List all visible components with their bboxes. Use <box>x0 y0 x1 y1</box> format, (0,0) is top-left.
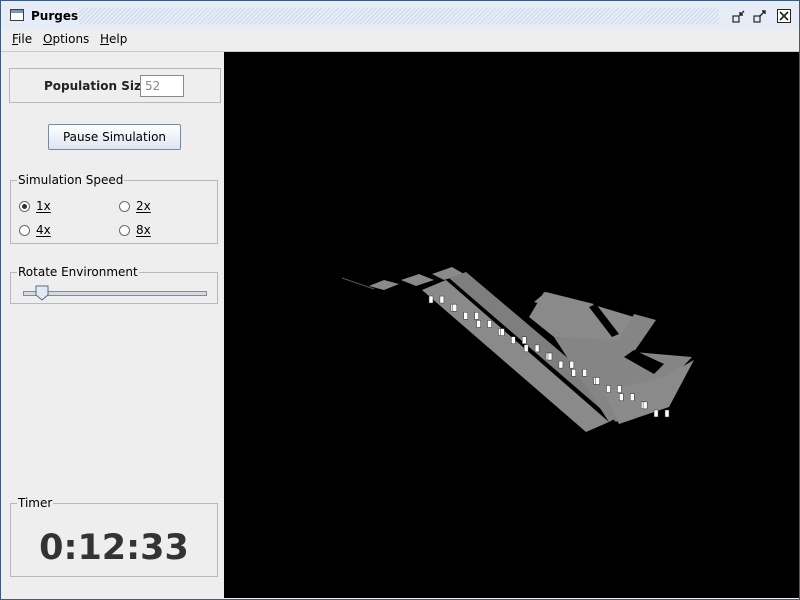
rotate-slider-track[interactable] <box>23 291 207 296</box>
population-panel: Population Size: <box>9 68 221 103</box>
speed-option-label: 8x <box>136 223 151 237</box>
agent-figure <box>500 328 505 336</box>
window-title: Purges <box>31 9 79 23</box>
agent-figure <box>476 320 481 328</box>
radio-unselected-icon <box>119 200 130 212</box>
title-bar-grip <box>79 8 719 24</box>
menu-help[interactable]: Help <box>98 32 129 46</box>
population-size-field[interactable] <box>140 75 184 97</box>
agent-figure <box>558 360 564 369</box>
agent-figure <box>463 312 468 320</box>
agent-figure <box>474 312 479 320</box>
agent-figure <box>630 393 635 401</box>
radio-unselected-icon <box>119 224 130 236</box>
simulation-viewport[interactable] <box>224 52 799 598</box>
rotate-environment-group: Rotate Environment <box>10 265 218 304</box>
rotate-slider-thumb[interactable] <box>35 285 49 301</box>
radio-selected-icon <box>19 200 30 212</box>
simulation-speed-title: Simulation Speed <box>17 173 125 187</box>
simulation-speed-group: Simulation Speed 1x 2x 4x 8x <box>10 173 218 244</box>
agent-figure <box>511 336 516 344</box>
minimize-button[interactable] <box>731 8 747 24</box>
agent-figure <box>452 303 458 312</box>
menu-file[interactable]: File <box>10 32 34 46</box>
agent-figure <box>582 369 587 377</box>
maximize-button[interactable] <box>752 8 768 24</box>
speed-option-label: 2x <box>136 199 151 213</box>
agent-figure <box>523 344 529 353</box>
agent-figure <box>664 409 670 418</box>
timer-title: Timer <box>17 496 54 510</box>
close-button[interactable] <box>776 8 792 24</box>
title-bar[interactable]: Purges <box>1 1 799 31</box>
population-size-label: Population Size: <box>44 79 154 93</box>
agent-figure <box>653 409 659 418</box>
rotate-environment-title: Rotate Environment <box>17 265 139 279</box>
menu-bar: File Options Help <box>1 30 799 52</box>
minimize-icon <box>732 9 746 23</box>
close-icon <box>777 9 791 23</box>
agent-figure <box>595 377 600 385</box>
app-icon[interactable] <box>10 9 24 21</box>
agent-figure <box>547 352 553 361</box>
application-window: Purges File Options Help Population Size… <box>0 0 800 600</box>
speed-radio-4x[interactable]: 4x <box>19 223 51 237</box>
agent-figure <box>534 344 540 353</box>
timer-group: Timer 0:12:33 <box>10 496 218 577</box>
speed-option-label: 4x <box>36 223 51 237</box>
agent-figure <box>487 320 492 328</box>
pause-simulation-button[interactable]: Pause Simulation <box>48 124 181 150</box>
speed-radio-1x[interactable]: 1x <box>19 199 51 213</box>
agent-figure <box>642 401 648 410</box>
agent-figure <box>569 360 575 369</box>
agent-figure <box>617 385 622 393</box>
agent-figure <box>571 368 577 377</box>
radio-unselected-icon <box>19 224 30 236</box>
agent-figure <box>439 295 445 304</box>
speed-radio-2x[interactable]: 2x <box>119 199 151 213</box>
environment-platform <box>401 274 434 286</box>
control-panel: Population Size: Pause Simulation Simula… <box>1 52 223 598</box>
agent-figure <box>428 295 434 304</box>
menu-options[interactable]: Options <box>41 32 91 46</box>
agent-figure <box>521 336 527 345</box>
speed-radio-8x[interactable]: 8x <box>119 223 151 237</box>
maximize-icon <box>753 9 767 23</box>
timer-value: 0:12:33 <box>39 528 189 568</box>
agent-figure <box>606 385 611 393</box>
speed-option-label: 1x <box>36 199 51 213</box>
agent-figure <box>619 393 624 401</box>
environment-edge <box>341 277 375 290</box>
environment-scene <box>341 267 694 432</box>
